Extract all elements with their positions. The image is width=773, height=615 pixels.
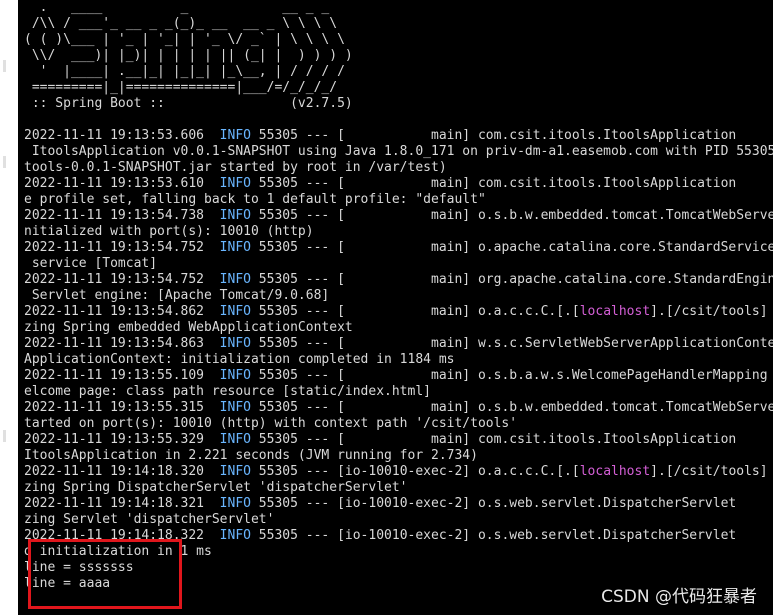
log-line: ItoolsApplication in 2.221 seconds (JVM … xyxy=(24,448,478,463)
log-output: 2022-11-11 19:13:53.606 INFO 55305 --- [… xyxy=(24,128,773,592)
log-level: INFO xyxy=(219,368,251,383)
csdn-watermark: CSDN @代码狂暴者 xyxy=(601,587,757,607)
log-line: zing Servlet 'dispatcherServlet' xyxy=(24,512,275,527)
log-host: localhost xyxy=(579,304,651,319)
banner-line: /\\ / ___'_ __ _ _(_)_ __ __ _ \ \ \ \ xyxy=(24,16,338,31)
log-line: Servlet engine: [Apache Tomcat/9.0.68] xyxy=(24,288,330,303)
log-line: 2022-11-11 19:13:53.610 INFO 55305 --- [… xyxy=(24,176,773,192)
log-segment: ].[/csit/tools] xyxy=(650,464,768,479)
log-line: 2022-11-11 19:13:54.862 INFO 55305 --- [… xyxy=(24,304,773,320)
banner-line: . ____ _ __ _ _ xyxy=(24,0,330,15)
log-level: INFO xyxy=(219,240,251,255)
log-line: tarted on port(s): 10010 (http) with con… xyxy=(24,416,518,431)
log-segment: 55305 --- [ main] o.s.b.w.embedded.tomca… xyxy=(250,400,773,415)
banner-line: =========|_|==============|___/=/_/_/_/ xyxy=(24,80,338,95)
log-level: INFO xyxy=(219,128,251,143)
log-line: tools-0.0.1-SNAPSHOT.jar started by root… xyxy=(24,160,447,175)
log-segment: 55305 --- [ main] o.a.c.c.C.[.[ xyxy=(250,304,580,319)
log-segment: 55305 --- [io-10010-exec-2] o.a.c.c.C.[.… xyxy=(250,464,580,479)
log-line: 2022-11-11 19:13:54.752 INFO 55305 --- [… xyxy=(24,272,773,288)
log-segment: 55305 --- [ main] org.apache.catalina.co… xyxy=(250,272,773,287)
log-segment: 2022-11-11 19:13:54.752 xyxy=(24,272,220,287)
log-level: INFO xyxy=(219,400,251,415)
log-line: zing Spring embedded WebApplicationConte… xyxy=(24,320,353,335)
gutter-mark xyxy=(3,156,6,168)
log-segment: 55305 --- [ main] com.csit.itools.Itools… xyxy=(250,176,737,191)
log-segment: 2022-11-11 19:13:54.863 xyxy=(24,336,220,351)
log-segment: 55305 --- [ main] com.csit.itools.Itools… xyxy=(250,128,737,143)
log-level: INFO xyxy=(219,336,251,351)
log-level: INFO xyxy=(219,464,251,479)
highlight-annotation-box xyxy=(28,539,182,609)
log-segment: 55305 --- [ main] o.apache.catalina.core… xyxy=(250,240,773,255)
log-line: nitialized with port(s): 10010 (http) xyxy=(24,224,314,239)
log-line: 2022-11-11 19:13:54.863 INFO 55305 --- [… xyxy=(24,336,773,352)
gutter-mark xyxy=(3,60,6,72)
log-line: 2022-11-11 19:14:18.321 INFO 55305 --- [… xyxy=(24,496,773,512)
log-line: 2022-11-11 19:13:55.329 INFO 55305 --- [… xyxy=(24,432,773,448)
log-segment: 2022-11-11 19:13:53.610 xyxy=(24,176,220,191)
log-host: localhost xyxy=(579,464,651,479)
log-segment: 2022-11-11 19:14:18.321 xyxy=(24,496,220,511)
log-line: service [Tomcat] xyxy=(24,256,158,271)
gutter-mark xyxy=(3,430,6,442)
log-segment: 2022-11-11 19:13:54.752 xyxy=(24,240,220,255)
log-level: INFO xyxy=(219,272,251,287)
banner-line: \\/ ___)| |_)| | | | | || (_| | ) ) ) ) xyxy=(24,48,353,63)
log-segment: 2022-11-11 19:14:18.320 xyxy=(24,464,220,479)
log-line: zing Spring DispatcherServlet 'dispatche… xyxy=(24,480,408,495)
log-segment: 2022-11-11 19:13:55.109 xyxy=(24,368,220,383)
log-line: e profile set, falling back to 1 default… xyxy=(24,192,486,207)
terminal-output: . ____ _ __ _ _ /\\ / ___'_ __ _ _(_)_ _… xyxy=(24,0,773,615)
log-level: INFO xyxy=(219,176,251,191)
log-line: ItoolsApplication v0.0.1-SNAPSHOT using … xyxy=(24,144,773,159)
log-line: 2022-11-11 19:13:53.606 INFO 55305 --- [… xyxy=(24,128,773,144)
log-line: 2022-11-11 19:13:54.738 INFO 55305 --- [… xyxy=(24,208,773,224)
log-level: INFO xyxy=(219,496,251,511)
log-level: INFO xyxy=(219,432,251,447)
spring-boot-banner: . ____ _ __ _ _ /\\ / ___'_ __ _ _(_)_ _… xyxy=(24,0,773,112)
log-line: 2022-11-11 19:14:18.320 INFO 55305 --- [… xyxy=(24,464,773,480)
log-segment: ].[/csit/tools] xyxy=(650,304,768,319)
log-segment: 2022-11-11 19:13:53.606 xyxy=(24,128,220,143)
banner-line: ' |____| .__|_| |_|_| |_\__, | / / / / xyxy=(24,64,345,79)
log-segment: 55305 --- [ main] o.s.b.a.w.s.WelcomePag… xyxy=(250,368,768,383)
log-line: 2022-11-11 19:13:54.752 INFO 55305 --- [… xyxy=(24,240,773,256)
log-segment: 55305 --- [ main] o.s.b.w.embedded.tomca… xyxy=(250,208,773,223)
log-level: INFO xyxy=(219,208,251,223)
log-line: ApplicationContext: initialization compl… xyxy=(24,352,455,367)
banner-line: :: Spring Boot :: (v2.7.5) xyxy=(24,96,353,111)
log-segment: 55305 --- [io-10010-exec-2] o.s.web.serv… xyxy=(250,528,737,543)
terminal-window[interactable]: . ____ _ __ _ _ /\\ / ___'_ __ _ _(_)_ _… xyxy=(18,0,773,615)
log-level: INFO xyxy=(219,528,251,543)
log-level: INFO xyxy=(219,304,251,319)
log-segment: 2022-11-11 19:13:54.738 xyxy=(24,208,220,223)
log-segment: 55305 --- [ main] w.s.c.ServletWebServer… xyxy=(250,336,773,351)
log-segment: 55305 --- [io-10010-exec-2] o.s.web.serv… xyxy=(250,496,737,511)
log-segment: 2022-11-11 19:13:55.329 xyxy=(24,432,220,447)
banner-line: ( ( )\___ | '_ | '_| | '_ \/ _` | \ \ \ … xyxy=(24,32,345,47)
left-gutter xyxy=(0,0,18,615)
log-segment: 2022-11-11 19:13:55.315 xyxy=(24,400,220,415)
log-segment: 2022-11-11 19:13:54.862 xyxy=(24,304,220,319)
log-line: 2022-11-11 19:13:55.315 INFO 55305 --- [… xyxy=(24,400,773,416)
log-line: 2022-11-11 19:13:55.109 INFO 55305 --- [… xyxy=(24,368,773,384)
log-line: elcome page: class path resource [static… xyxy=(24,384,431,399)
log-segment: 55305 --- [ main] com.csit.itools.Itools… xyxy=(250,432,737,447)
